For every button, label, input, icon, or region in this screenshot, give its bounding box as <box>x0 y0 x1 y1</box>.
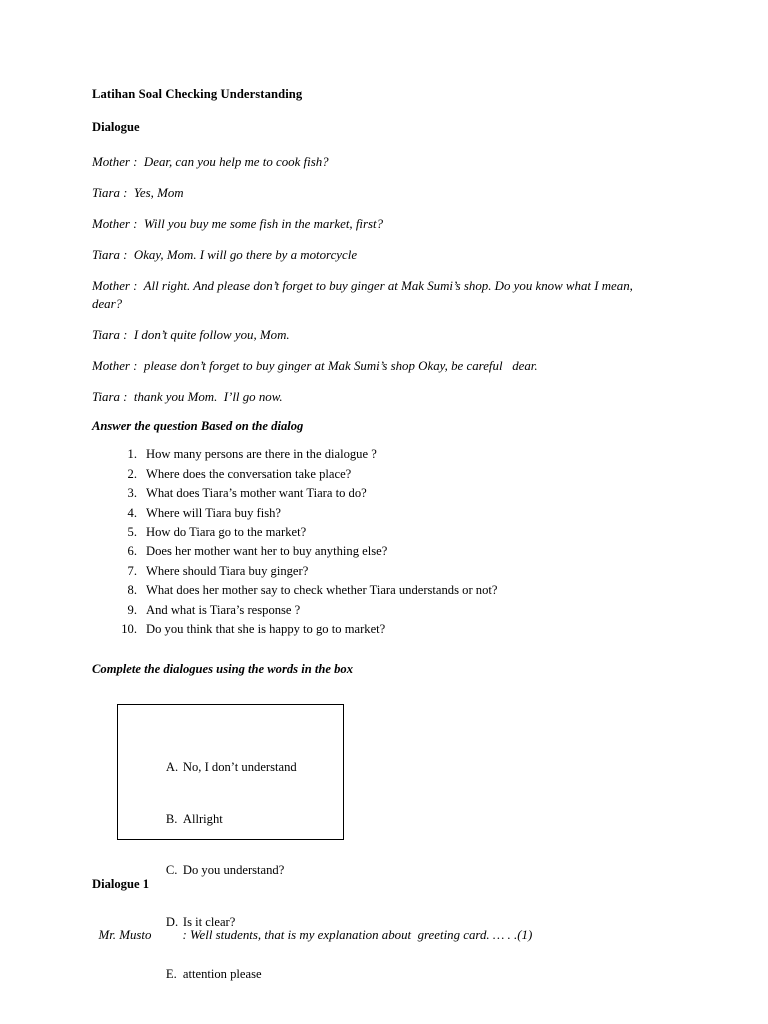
list-item-label: How do Tiara go to the market? <box>146 524 307 539</box>
list-item: E. attention please <box>147 948 343 1000</box>
document-page: Latihan Soal Checking Understanding Dial… <box>0 0 768 1024</box>
list-item-number: 1. <box>127 447 137 462</box>
list-item-number: 3. <box>127 486 137 501</box>
dialogue-section-heading: Dialogue <box>92 119 140 134</box>
list-item-label: Do you think that she is happy to go to … <box>146 621 386 636</box>
option-letter: B. <box>165 811 178 826</box>
list-item-label: Where will Tiara buy fish? <box>146 505 282 520</box>
option-letter: E. <box>165 966 177 981</box>
list-item: 8. What does her mother say to check whe… <box>110 581 676 600</box>
list-item-label: Where should Tiara buy ginger? <box>146 563 309 578</box>
list-item-label: What does Tiara’s mother want Tiara to d… <box>146 486 367 501</box>
list-item-label: And what is Tiara’s response ? <box>146 602 301 617</box>
option-letter: A. <box>165 760 179 775</box>
list-item: 10. Do you think that she is happy to go… <box>110 620 676 639</box>
dialogue-line: Tiara : Okay, Mom. I will go there by a … <box>92 248 358 263</box>
list-item-label: How many persons are there in the dialog… <box>146 447 377 462</box>
dialogue-line: Tiara : I don’t quite follow you, Mom. <box>92 327 290 342</box>
option-label: No, I don’t understand <box>182 760 297 775</box>
list-item-number: 6. <box>127 544 137 559</box>
option-label: Do you understand? <box>182 863 285 878</box>
word-box-option-list: A. No, I don’t understand B. Allright C. Do… <box>118 705 343 1000</box>
dialogue-line: Mother : Will you buy me some fish in th… <box>92 217 384 232</box>
list-item-label: What does her mother say to check whethe… <box>146 583 498 598</box>
list-item: 9. And what is Tiara’s response ? <box>110 601 676 620</box>
question-list: 1. How many persons are there in the dia… <box>92 445 676 639</box>
list-item-number: 10. <box>121 621 137 636</box>
list-item: 2. Where does the conversation take plac… <box>110 465 676 484</box>
dialogue-line: Mother : All right. And please don’t for… <box>92 279 637 311</box>
list-item: 7. Where should Tiara buy ginger? <box>110 562 676 581</box>
speaker-text: : Well students, that is my explanation … <box>182 927 533 942</box>
dialogue-line: Tiara : Yes, Mom <box>92 186 184 201</box>
list-item: 4. Where will Tiara buy fish? <box>110 504 676 523</box>
dialogue-line: Tiara : thank you Mom. I’ll go now. <box>92 389 283 404</box>
list-item: A. No, I don’t understand <box>147 742 343 794</box>
dialogue-line: Mother : please don’t forget to buy ging… <box>92 358 538 373</box>
list-item-label: Does her mother want her to buy anything… <box>146 544 388 559</box>
dialogue-one-heading: Dialogue 1 <box>92 877 150 891</box>
list-item-number: 7. <box>127 563 137 578</box>
list-item: B. Allright <box>147 794 343 846</box>
dialogue-transcript: Mother : Dear, can you help me to cook f… <box>92 154 676 406</box>
list-item-number: 9. <box>127 602 137 617</box>
complete-dialogues-heading: Complete the dialogues using the words i… <box>92 662 354 677</box>
speaker-name: Mr. Musto <box>98 927 152 942</box>
list-item-number: 5. <box>127 524 137 539</box>
dialogue-one-line: Mr. Musto : Well students, that is my exp… <box>92 909 532 944</box>
list-item-number: 4. <box>127 505 137 520</box>
answer-questions-heading: Answer the question Based on the dialog <box>92 418 304 433</box>
list-item-number: 2. <box>127 466 137 481</box>
option-label: attention please <box>182 966 262 981</box>
option-label: Allright <box>182 811 223 826</box>
dialogue-line: Mother : Dear, can you help me to cook f… <box>92 155 329 170</box>
list-item: 5. How do Tiara go to the market? <box>110 523 676 542</box>
list-item: C. Do you understand? <box>147 845 343 897</box>
page-title: Latihan Soal Checking Understanding <box>92 87 303 101</box>
list-item-number: 8. <box>127 583 137 598</box>
word-box: A. No, I don’t understand B. Allright C. Do… <box>117 704 344 981</box>
list-item: 1. How many persons are there in the dia… <box>110 445 676 464</box>
list-item: 3. What does Tiara’s mother want Tiara t… <box>110 484 676 503</box>
option-letter: C. <box>165 863 178 878</box>
list-item-label: Where does the conversation take place? <box>146 466 352 481</box>
list-item: 6. Does her mother want her to buy anyth… <box>110 542 676 561</box>
